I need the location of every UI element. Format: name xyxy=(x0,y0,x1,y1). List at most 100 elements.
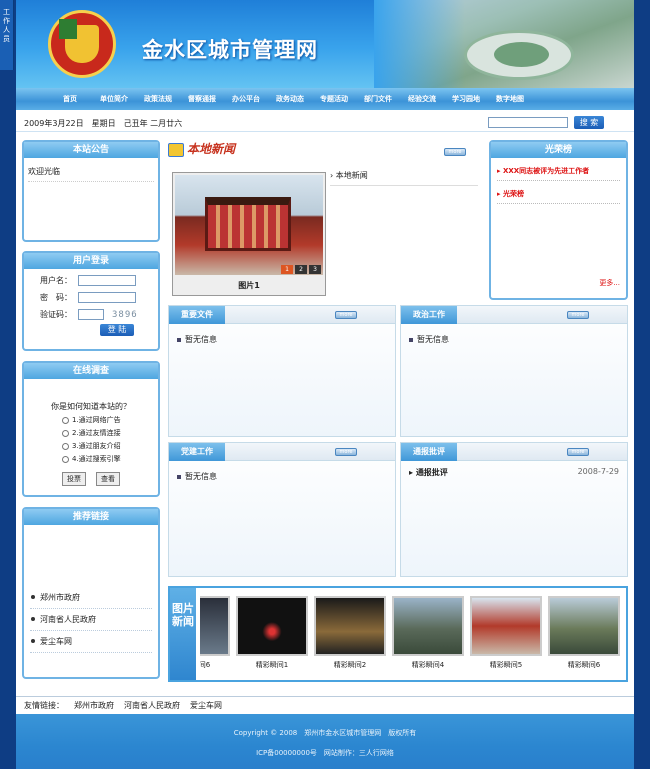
notice-item[interactable]: 欢迎光临 xyxy=(28,166,154,182)
recommended-links-box: 推荐链接 郑州市政府 河南省人民政府 爱尘车网 xyxy=(22,507,160,679)
pager-button[interactable]: 2 xyxy=(295,265,307,274)
gallery-thumb[interactable]: 精彩瞬间6 xyxy=(548,596,620,670)
friend-link[interactable]: 河南省人民政府 xyxy=(124,700,180,712)
panel-title: 通报批评 xyxy=(401,443,457,461)
gallery-strip: 精彩瞬间6 精彩瞬间1 精彩瞬间2 精彩瞬间4 精彩瞬间5 精彩瞬间6 xyxy=(200,596,624,680)
pager-button[interactable]: 1 xyxy=(281,265,293,274)
captcha-image: 3896 xyxy=(112,309,138,320)
password-label: 密 码： xyxy=(40,293,72,302)
nav-item-exchange[interactable]: 经验交流 xyxy=(400,94,444,104)
more-button[interactable]: more xyxy=(567,448,589,456)
photo-news-gallery: 图片新闻 精彩瞬间6 精彩瞬间1 精彩瞬间2 精彩瞬间4 精彩瞬间5 精彩瞬间6 xyxy=(168,586,628,682)
slideshow[interactable]: 1 2 3 图片1 xyxy=(172,172,326,296)
pager-button[interactable]: 3 xyxy=(309,265,321,274)
more-button[interactable]: more xyxy=(567,311,589,319)
friend-links-label: 友情链接： xyxy=(24,701,64,710)
login-title: 用户登录 xyxy=(24,253,158,269)
link-item[interactable]: 河南省人民政府 xyxy=(30,609,152,631)
login-box: 用户登录 用户名： 密 码： 验证码： 3896 登 陆 xyxy=(22,251,160,351)
gallery-thumb[interactable]: 精彩瞬间2 xyxy=(314,596,386,670)
news-icon xyxy=(168,142,184,157)
survey-option[interactable]: 3.通过朋友介绍 xyxy=(62,441,158,451)
nav-item-learning[interactable]: 学习园地 xyxy=(444,94,488,104)
notice-box: 本站公告 欢迎光临 xyxy=(22,140,160,242)
honor-title: 光荣榜 xyxy=(491,142,626,158)
honor-roll-box: 光荣榜 ▸ XXX同志被评为先进工作者 ▸ 光荣榜 更多... xyxy=(489,140,628,300)
important-documents-panel: 重要文件 more 暂无信息 xyxy=(168,305,396,437)
nav-item-topics[interactable]: 专题活动 xyxy=(312,94,356,104)
current-date: 2009年3月22日 星期日 己丑年 二月廿六 xyxy=(24,119,183,128)
survey-option[interactable]: 1.通过网络广告 xyxy=(62,415,158,425)
local-news-section: 本地新闻 more 1 2 3 图片1 › 本地新闻 xyxy=(168,140,486,300)
survey-title: 在线调查 xyxy=(24,363,158,379)
party-work-panel: 党建工作 more 暂无信息 xyxy=(168,442,396,577)
notice-title: 本站公告 xyxy=(24,142,158,158)
slideshow-image[interactable] xyxy=(175,175,323,275)
list-item[interactable]: ▸ 通报批评 2008-7-29 xyxy=(401,467,627,478)
gallery-thumb[interactable]: 精彩瞬间5 xyxy=(470,596,542,670)
username-label: 用户名： xyxy=(40,276,72,285)
nav-item-policy[interactable]: 政策法规 xyxy=(136,94,180,104)
radio-icon[interactable] xyxy=(62,416,69,424)
survey-option[interactable]: 4.通过搜索引擎 xyxy=(62,454,158,464)
banner-photo xyxy=(374,0,634,88)
radio-icon[interactable] xyxy=(62,429,69,437)
list-item: 暂无信息 xyxy=(169,324,395,345)
list-item: 暂无信息 xyxy=(401,324,627,345)
username-field[interactable] xyxy=(78,275,136,286)
more-link[interactable]: 更多... xyxy=(599,278,620,288)
nav-item-home[interactable]: 首页 xyxy=(48,94,92,104)
criticism-notice-panel: 通报批评 more ▸ 通报批评 2008-7-29 xyxy=(400,442,628,577)
vote-button[interactable]: 投票 xyxy=(62,472,86,486)
more-button[interactable]: more xyxy=(444,148,466,156)
survey-box: 在线调查 你是如何知道本站的？ 1.通过网络广告 2.通过友情连接 3.通过朋友… xyxy=(22,361,160,497)
header-banner: 金水区城市管理网 xyxy=(16,0,634,88)
captcha-field[interactable] xyxy=(78,309,104,320)
nav-item-office[interactable]: 办公平台 xyxy=(224,94,268,104)
nav-item-affairs[interactable]: 政务动态 xyxy=(268,94,312,104)
link-item[interactable]: 爱尘车网 xyxy=(30,631,152,653)
gallery-thumb[interactable]: 精彩瞬间1 xyxy=(236,596,308,670)
search-button[interactable]: 搜 索 xyxy=(574,116,604,129)
list-item: 暂无信息 xyxy=(169,461,395,482)
gallery-thumb[interactable]: 精彩瞬间4 xyxy=(392,596,464,670)
icp-text: ICP备00000000号 网站制作：三人行网络 xyxy=(256,749,394,757)
site-title: 金水区城市管理网 xyxy=(142,37,318,62)
radio-icon[interactable] xyxy=(62,455,69,463)
radio-icon[interactable] xyxy=(62,442,69,450)
honor-item[interactable]: ▸ XXX同志被评为先进工作者 xyxy=(497,166,620,181)
panel-title: 党建工作 xyxy=(169,443,225,461)
nav-item-documents[interactable]: 部门文件 xyxy=(356,94,400,104)
nav-item-map[interactable]: 数字地图 xyxy=(488,94,532,104)
news-item[interactable]: › 本地新闻 xyxy=(330,170,478,186)
logo-emblem xyxy=(48,10,116,78)
more-button[interactable]: more xyxy=(335,448,357,456)
survey-option[interactable]: 2.通过友情连接 xyxy=(62,428,158,438)
political-work-panel: 政治工作 more 暂无信息 xyxy=(400,305,628,437)
main-nav: 首页 单位简介 政策法规 督察通报 办公平台 政务动态 专题活动 部门文件 经验… xyxy=(16,88,634,110)
search-input[interactable] xyxy=(488,117,568,128)
more-button[interactable]: more xyxy=(335,311,357,319)
date-bar: 2009年3月22日 星期日 己丑年 二月廿六 搜 索 xyxy=(16,112,634,132)
captcha-label: 验证码： xyxy=(40,310,72,319)
staff-side-tab[interactable]: 工作人员 xyxy=(0,0,14,70)
view-results-button[interactable]: 查看 xyxy=(96,472,120,486)
slideshow-pager: 1 2 3 xyxy=(281,265,321,274)
friend-link[interactable]: 爱尘车网 xyxy=(190,700,222,712)
login-button[interactable]: 登 陆 xyxy=(100,324,134,336)
page-footer: Copyright © 2008 郑州市金水区城市管理网 版权所有 ICP备00… xyxy=(16,714,634,769)
page-frame: 金水区城市管理网 首页 单位简介 政策法规 督察通报 办公平台 政务动态 专题活… xyxy=(16,0,634,769)
gallery-thumb[interactable]: 精彩瞬间6 xyxy=(200,596,230,670)
honor-item[interactable]: ▸ 光荣榜 xyxy=(497,189,620,204)
friend-links-bar: 友情链接： 郑州市政府 河南省人民政府 爱尘车网 xyxy=(16,696,634,712)
survey-question: 你是如何知道本站的？ xyxy=(51,402,131,411)
panel-title: 政治工作 xyxy=(401,306,457,324)
slideshow-caption: 图片1 xyxy=(238,281,260,290)
copyright-text: Copyright © 2008 郑州市金水区城市管理网 版权所有 xyxy=(233,729,417,737)
friend-link[interactable]: 郑州市政府 xyxy=(74,700,114,712)
nav-item-inspection[interactable]: 督察通报 xyxy=(180,94,224,104)
password-field[interactable] xyxy=(78,292,136,303)
panel-title: 重要文件 xyxy=(169,306,225,324)
nav-item-about[interactable]: 单位简介 xyxy=(92,94,136,104)
link-item[interactable]: 郑州市政府 xyxy=(30,587,152,609)
